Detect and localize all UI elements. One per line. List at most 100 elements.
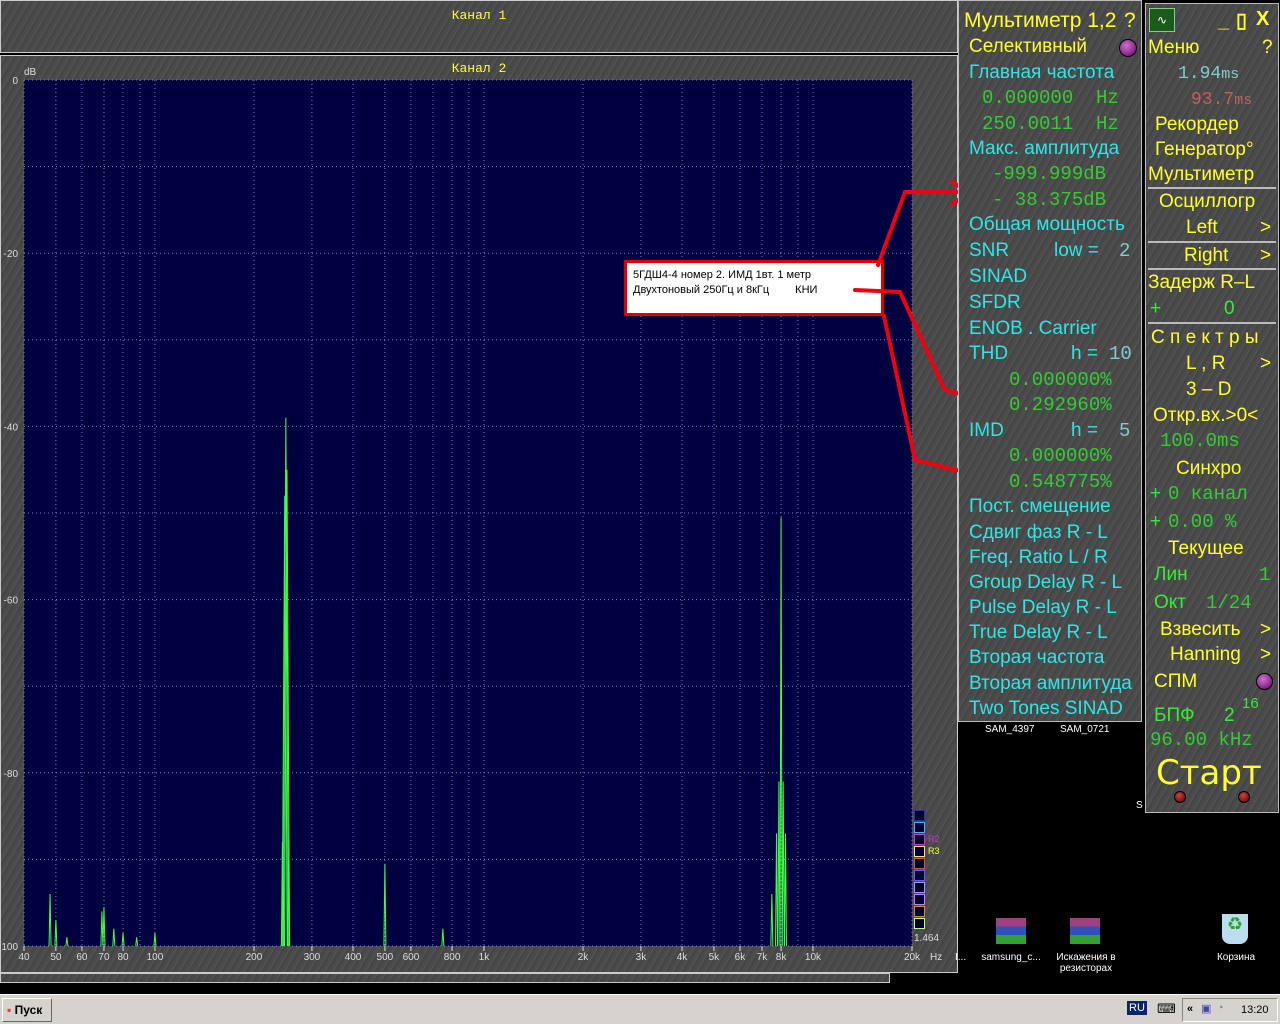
imd-h-value[interactable]: 5 — [1119, 420, 1130, 442]
maximize-button[interactable]: ▯ — [1236, 10, 1247, 32]
lin-label[interactable]: Лин — [1154, 564, 1188, 586]
sync-level-sign[interactable]: + — [1150, 511, 1161, 533]
fft-size-base[interactable]: 2 — [1224, 705, 1235, 727]
keyboard-icon[interactable]: ⌨ — [1157, 1001, 1176, 1017]
spectra-button[interactable]: С п е к т р ы — [1151, 327, 1259, 349]
multimeter-button[interactable]: Мультиметр — [1148, 164, 1254, 186]
desktop-icon-sam0721[interactable]: SAM_0721 — [1060, 724, 1109, 735]
multimeter-item[interactable]: Group Delay R - L — [969, 572, 1122, 594]
current-mode-button[interactable]: Текущее — [1168, 538, 1244, 560]
left-channel-button[interactable]: Left — [1186, 217, 1218, 239]
total-power-label[interactable]: Общая мощность — [969, 214, 1125, 236]
sample-rate-value[interactable]: 96.00 kHz — [1150, 729, 1253, 751]
recycle-bin-icon[interactable]: ♻ — [1222, 914, 1248, 944]
multimeter-item[interactable]: Пост. смещение — [969, 496, 1111, 518]
multimeter-item[interactable]: Вторая амплитуда — [969, 673, 1132, 695]
delay-value[interactable]: 0 — [1224, 298, 1235, 320]
multimeter-help-button[interactable]: ? — [1124, 10, 1136, 32]
recorder-button[interactable]: Рекордер — [1155, 114, 1239, 136]
desktop-icon-recycle-bin[interactable]: Корзина — [1206, 952, 1266, 963]
note-line2: Двухтоновый 250Гц и 8кГц — [633, 284, 770, 296]
close-button[interactable]: X — [1256, 8, 1269, 30]
clock-tray-icon[interactable]: ◔ — [1217, 1002, 1224, 1014]
multimeter-item[interactable]: True Delay R - L — [969, 622, 1108, 644]
sinad-label[interactable]: SINAD — [969, 266, 1027, 288]
sfdr-label[interactable]: SFDR — [969, 292, 1021, 314]
thd-h-value[interactable]: 10 — [1109, 343, 1132, 365]
oct-label[interactable]: Окт — [1154, 592, 1186, 614]
psd-label[interactable]: СПМ — [1154, 671, 1197, 693]
weighting-arrow-button[interactable]: > — [1260, 619, 1271, 641]
start-button[interactable]: Старт — [1156, 754, 1262, 792]
enob-label[interactable]: ENOB . Carrier — [969, 318, 1097, 340]
channel2-bottom-bar — [0, 973, 890, 983]
winrar-archive-icon[interactable] — [1070, 918, 1100, 944]
legend-swatch[interactable] — [914, 906, 925, 917]
control-panel: ∿ _ ▯ X Меню ? 1.94ms 93.7ms Рекордер Ген… — [1145, 3, 1279, 813]
desktop-icon-samsung[interactable]: samsung_c... — [976, 952, 1046, 963]
window-arrow-button[interactable]: > — [1260, 644, 1271, 666]
indicator-led-left[interactable] — [1174, 791, 1186, 803]
snr-label[interactable]: SNR — [969, 240, 1009, 262]
snr-low-value[interactable]: 2 — [1119, 240, 1130, 262]
network-icon[interactable]: ▣ — [1201, 1002, 1211, 1015]
generator-button[interactable]: Генератор° — [1155, 139, 1254, 161]
multimeter-item[interactable]: Вторая частота — [969, 647, 1104, 669]
legend-swatch[interactable] — [914, 810, 925, 821]
imd-value-1: 0.000000% — [1009, 445, 1112, 467]
selective-toggle-icon[interactable] — [1119, 39, 1137, 57]
multimeter-item[interactable]: Freq. Ratio L / R — [969, 547, 1108, 569]
spectra-3d-button[interactable]: 3 – D — [1186, 379, 1231, 401]
psd-toggle-icon[interactable] — [1256, 673, 1273, 690]
legend-swatch[interactable] — [914, 846, 925, 857]
imd-label[interactable]: IMD — [969, 420, 1004, 442]
language-indicator[interactable]: RU — [1127, 1001, 1147, 1015]
winrar-archive-icon[interactable] — [996, 918, 1026, 944]
delay-sign[interactable]: + — [1150, 298, 1161, 320]
thd-label[interactable]: THD — [969, 343, 1008, 365]
desktop-icon-sam4397[interactable]: SAM_4397 — [985, 724, 1034, 735]
help-button[interactable]: ? — [1262, 37, 1273, 59]
start-button[interactable]: ▪ Пуск — [2, 998, 52, 1022]
indicator-led-right[interactable] — [1238, 791, 1250, 803]
multimeter-item[interactable]: Pulse Delay R - L — [969, 597, 1117, 619]
window-function-button[interactable]: Hanning — [1170, 644, 1241, 666]
x-tick-label: 2k — [578, 952, 590, 963]
desktop-icon-distortion[interactable]: Искажения в резисторах — [1050, 952, 1122, 974]
legend-swatch[interactable] — [914, 834, 925, 845]
oct-value[interactable]: 1/24 — [1206, 592, 1252, 614]
legend-swatch[interactable] — [914, 822, 925, 833]
sync-button[interactable]: Синхро — [1176, 458, 1241, 480]
desktop-icon-label[interactable]: I... — [955, 952, 966, 963]
clock[interactable]: 13:20 — [1241, 1004, 1269, 1016]
spectra-arrow-button[interactable]: > — [1260, 353, 1271, 375]
legend-swatch[interactable] — [914, 858, 925, 869]
fft-size-exponent[interactable]: 16 — [1242, 693, 1259, 715]
sync-channel-value[interactable]: 0 канал — [1168, 483, 1248, 505]
right-arrow-button[interactable]: > — [1260, 245, 1271, 267]
legend-swatch[interactable] — [914, 870, 925, 881]
readout-value: 1.464 — [914, 933, 940, 944]
fft-label[interactable]: БПФ — [1154, 705, 1195, 727]
legend-label: R3 — [928, 846, 940, 856]
minimize-button[interactable]: _ — [1218, 10, 1229, 32]
input-time-value[interactable]: 100.0ms — [1160, 430, 1240, 452]
spectra-lr-button[interactable]: L , R — [1186, 353, 1225, 375]
snr-low-label: low = — [1054, 240, 1099, 261]
divider — [1148, 268, 1276, 270]
right-channel-button[interactable]: Right — [1184, 245, 1228, 267]
legend-swatch[interactable] — [914, 894, 925, 905]
multimeter-item[interactable]: Сдвиг фаз R - L — [969, 522, 1108, 544]
oscillograph-button[interactable]: Осциллогр — [1159, 191, 1255, 213]
sync-channel-sign[interactable]: + — [1150, 483, 1161, 505]
legend-swatch[interactable] — [914, 882, 925, 893]
legend-swatch[interactable] — [914, 918, 925, 929]
tray-expand-button[interactable]: « — [1187, 1003, 1193, 1015]
open-input-button[interactable]: Откр.вх.>0< — [1153, 405, 1258, 427]
left-arrow-button[interactable]: > — [1260, 217, 1271, 239]
sync-level-value[interactable]: 0.00 % — [1168, 511, 1236, 533]
multimeter-item[interactable]: Two Tones SINAD — [969, 698, 1123, 720]
menu-button[interactable]: Меню — [1148, 37, 1199, 59]
weighting-button[interactable]: Взвесить — [1160, 619, 1241, 641]
lin-value[interactable]: 1 — [1259, 564, 1270, 586]
